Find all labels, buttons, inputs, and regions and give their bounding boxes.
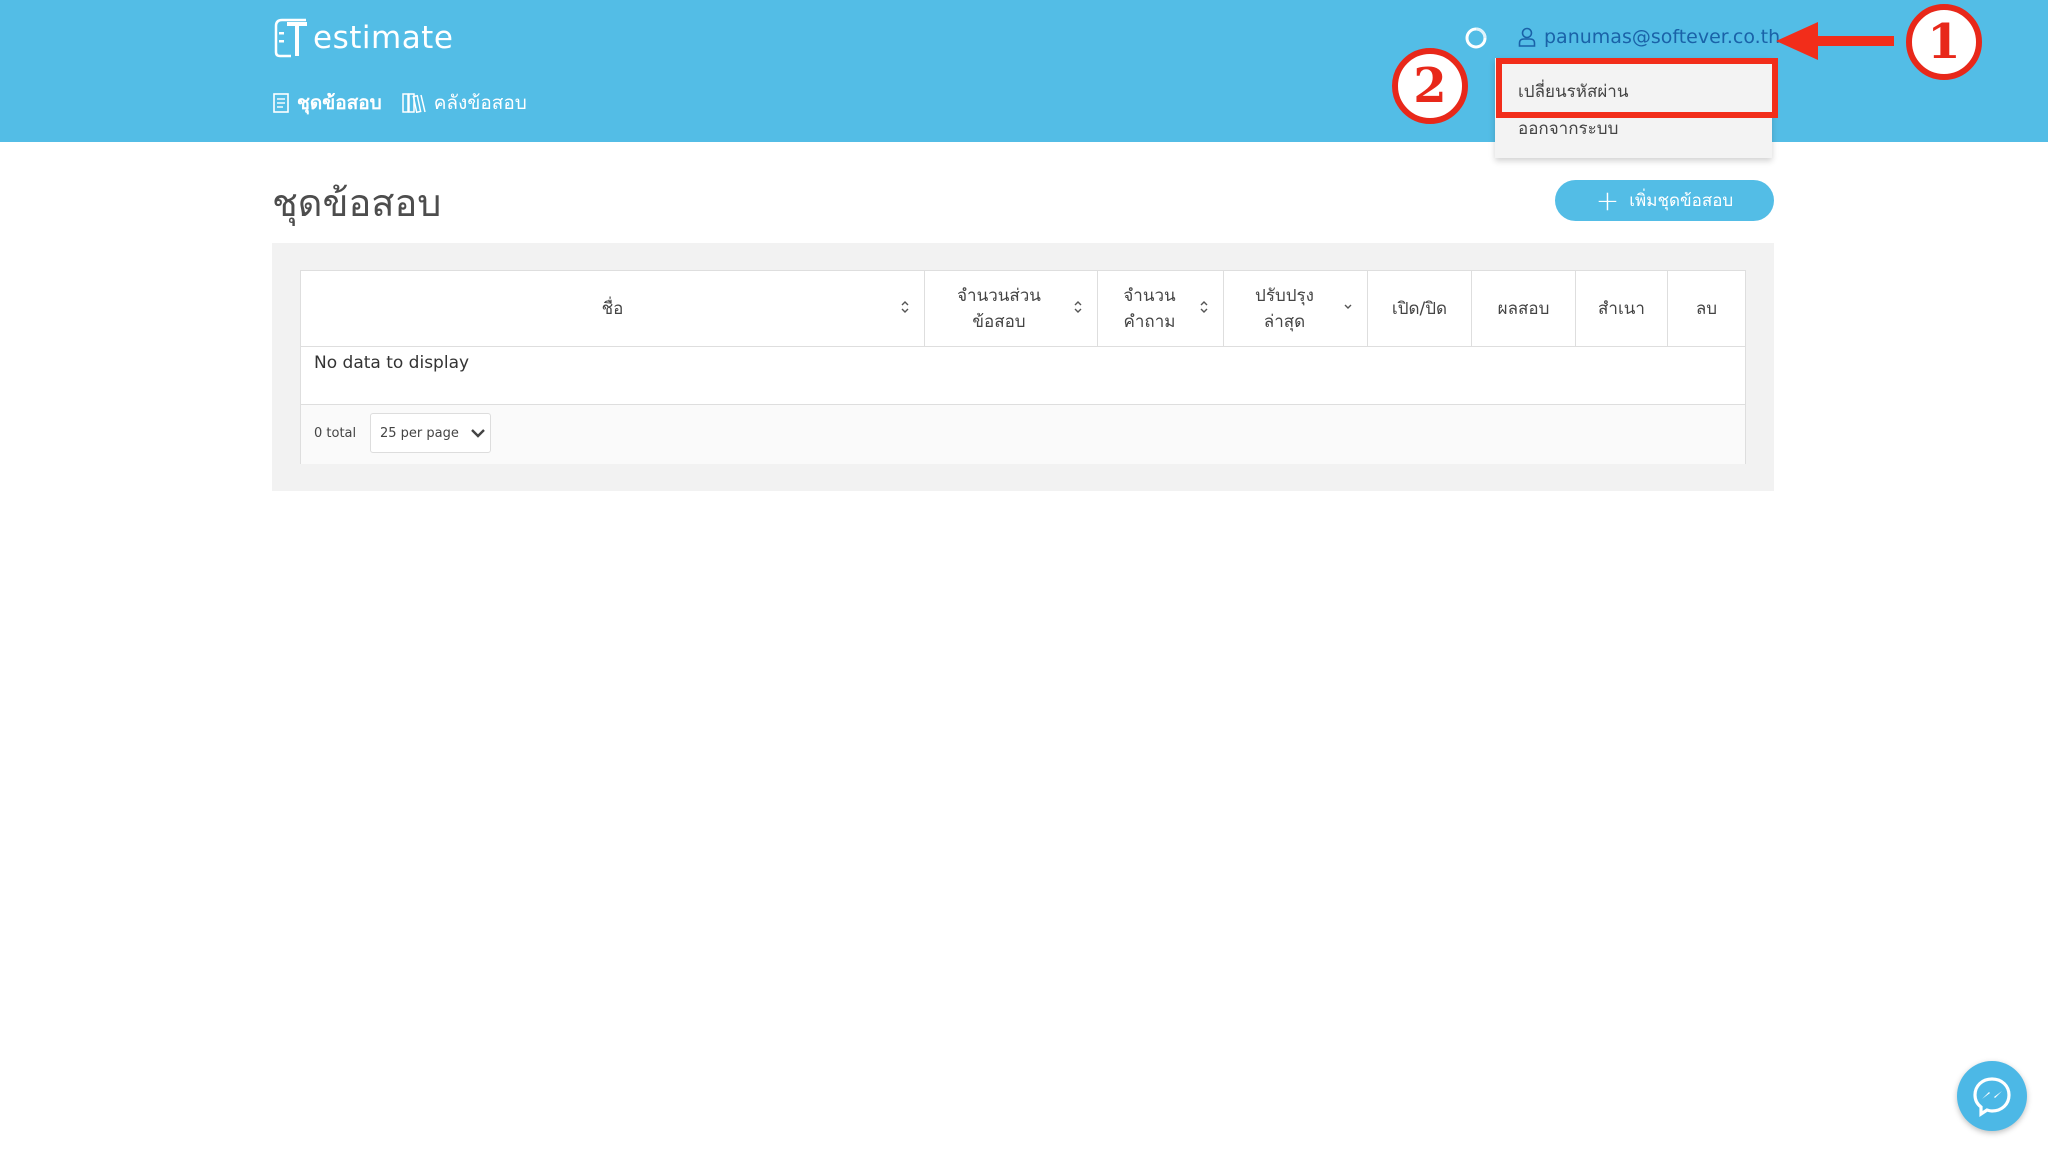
annotation-marker-1: 1 <box>1906 4 1982 80</box>
content-panel: ชื่อ จำนวนส่วน ข้อสอบ จำนวน คำถาม ปรับปร… <box>272 243 1774 491</box>
chevron-down-icon <box>471 429 485 438</box>
column-header-copy: สำเนา <box>1576 271 1668 346</box>
column-header-sections[interactable]: จำนวนส่วน ข้อสอบ <box>925 271 1098 346</box>
nav-label-test-sets: ชุดข้อสอบ <box>297 92 382 114</box>
total-count: 0 total <box>314 426 357 441</box>
column-header-results: ผลสอบ <box>1472 271 1576 346</box>
sort-icon <box>1200 301 1208 313</box>
column-label: ปรับปรุง ล่าสุด <box>1255 285 1314 332</box>
document-icon <box>273 93 289 113</box>
per-page-select[interactable]: 25 per page <box>370 413 491 453</box>
column-header-name[interactable]: ชื่อ <box>301 271 925 346</box>
user-email: panumas@softever.co.th <box>1544 26 1781 48</box>
per-page-value: 25 per page <box>380 425 459 441</box>
column-label: ชื่อ <box>601 298 624 319</box>
column-label: ผลสอบ <box>1497 298 1550 319</box>
table-footer: 0 total 25 per page <box>301 404 1745 464</box>
menu-item-logout[interactable]: ออกจากระบบ <box>1518 115 1618 142</box>
column-label: จำนวนส่วน ข้อสอบ <box>957 285 1041 332</box>
plus-icon: + <box>1595 183 1620 217</box>
empty-table-message: No data to display <box>314 353 470 373</box>
nav-item-test-sets[interactable]: ชุดข้อสอบ <box>273 88 382 118</box>
nav-label-question-bank: คลังข้อสอบ <box>433 92 527 114</box>
add-test-set-button[interactable]: + เพิ่มชุดข้อสอบ <box>1555 180 1774 221</box>
sort-icon <box>901 301 909 313</box>
user-icon <box>1518 27 1536 47</box>
add-test-set-label: เพิ่มชุดข้อสอบ <box>1629 191 1734 211</box>
main-nav: ชุดข้อสอบ คลังข้อสอบ <box>273 88 547 118</box>
page-title: ชุดข้อสอบ <box>272 181 442 225</box>
column-label: ลบ <box>1695 298 1718 319</box>
app-logo[interactable]: estimate <box>273 18 453 58</box>
messenger-chat-button[interactable] <box>1957 1061 2027 1131</box>
annotation-marker-2: 2 <box>1392 48 1468 124</box>
annotation-arrow-icon <box>1776 22 1894 60</box>
column-header-toggle: เปิด/ปิด <box>1368 271 1472 346</box>
column-header-delete: ลบ <box>1668 271 1745 346</box>
column-label: จำนวน คำถาม <box>1123 285 1176 332</box>
test-sets-table: ชื่อ จำนวนส่วน ข้อสอบ จำนวน คำถาม ปรับปร… <box>300 270 1746 464</box>
table-header: ชื่อ จำนวนส่วน ข้อสอบ จำนวน คำถาม ปรับปร… <box>301 271 1745 347</box>
books-icon <box>401 93 426 113</box>
nav-item-question-bank[interactable]: คลังข้อสอบ <box>401 88 527 118</box>
messenger-icon <box>1973 1077 2011 1117</box>
column-header-last-updated[interactable]: ปรับปรุง ล่าสุด <box>1224 271 1368 346</box>
logo-mark-icon <box>274 18 307 58</box>
app-logo-text: estimate <box>313 20 454 56</box>
user-menu-toggle[interactable]: panumas@softever.co.th <box>1518 26 1780 48</box>
column-header-questions[interactable]: จำนวน คำถาม <box>1098 271 1224 346</box>
annotation-highlight-box <box>1496 58 1778 118</box>
sort-icon <box>1074 301 1082 313</box>
chevron-down-icon <box>1344 304 1352 309</box>
column-label: สำเนา <box>1598 298 1645 319</box>
column-label: เปิด/ปิด <box>1391 298 1448 319</box>
loading-spinner-icon <box>1465 27 1487 49</box>
